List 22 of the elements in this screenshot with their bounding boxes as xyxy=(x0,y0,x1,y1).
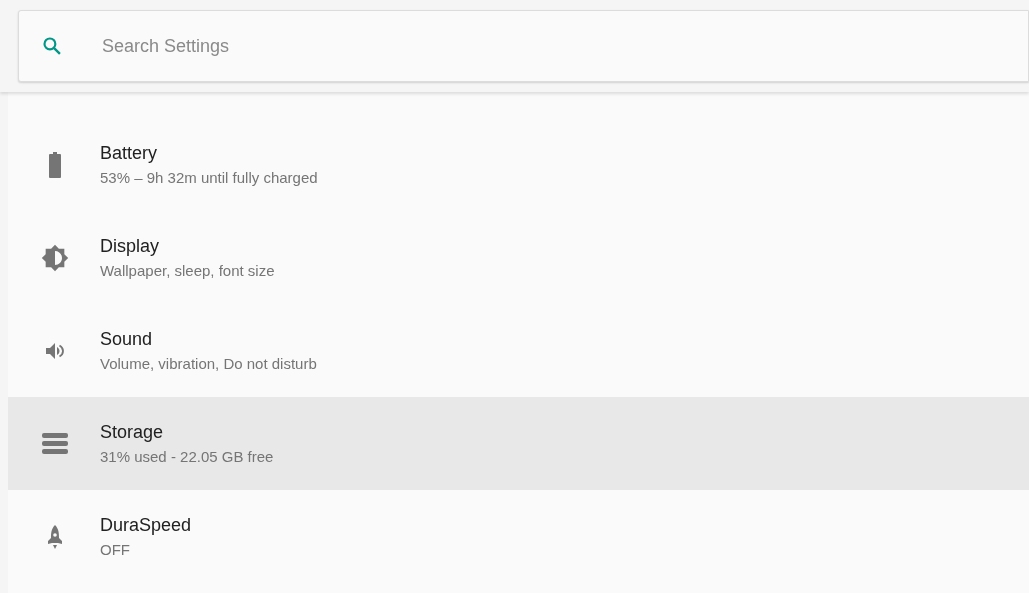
item-summary: Volume, vibration, Do not disturb xyxy=(100,353,317,374)
settings-item[interactable]: Storage 31% used - 22.05 GB free xyxy=(8,397,1029,490)
rocket-icon xyxy=(47,524,62,549)
item-title: Storage xyxy=(100,420,165,444)
item-summary: 53% – 9h 32m until fully charged xyxy=(100,167,318,188)
item-summary: Wallpaper, sleep, font size xyxy=(100,260,275,281)
item-summary: 31% used - 22.05 GB free xyxy=(100,446,274,467)
settings-item[interactable]: DuraSpeed OFF xyxy=(8,490,1029,583)
storage-icon xyxy=(41,432,68,455)
settings-item[interactable]: Sound Volume, vibration, Do not disturb xyxy=(8,304,1029,397)
item-title: Display xyxy=(100,234,161,258)
search-bar[interactable]: Search Settings xyxy=(18,10,1029,82)
search-icon xyxy=(42,36,62,56)
brightness-icon xyxy=(40,243,69,272)
item-title: Battery xyxy=(100,141,159,165)
item-summary: OFF xyxy=(100,539,131,560)
search-field[interactable]: Search Settings xyxy=(102,32,1028,60)
item-title: Sound xyxy=(100,327,154,351)
battery-icon xyxy=(48,151,61,178)
settings-item[interactable]: Display Wallpaper, sleep, font size xyxy=(8,211,1029,304)
item-title: DuraSpeed xyxy=(100,513,192,537)
settings-item[interactable]: Battery 53% – 9h 32m until fully charged xyxy=(8,118,1029,211)
